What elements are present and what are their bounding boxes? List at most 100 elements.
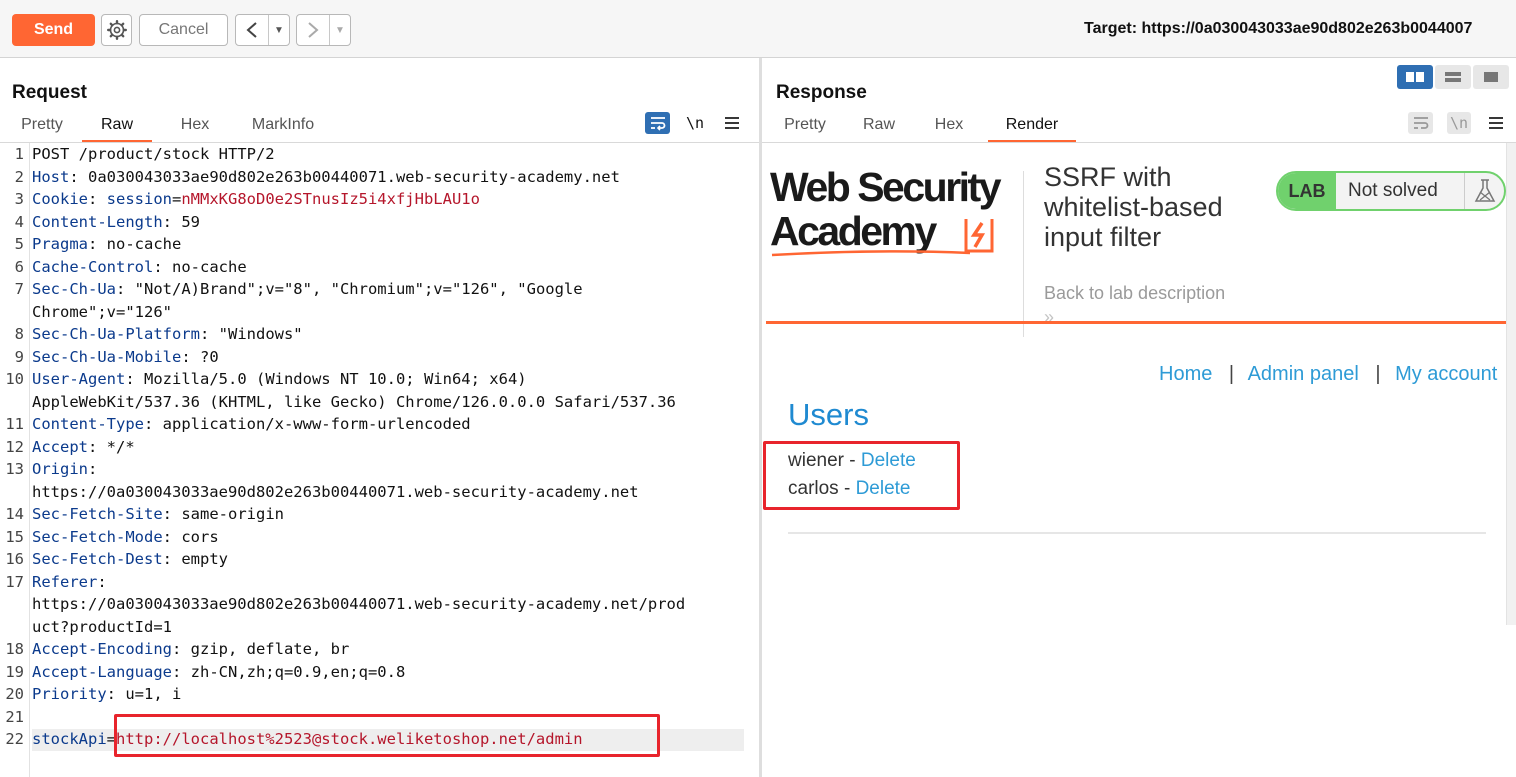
chevron-right-icon [308, 22, 319, 38]
request-line-wrap: Chrome";v="126" [32, 302, 172, 321]
back-button[interactable] [236, 15, 269, 45]
caret-down-icon: ▼ [274, 24, 284, 36]
tab-raw[interactable]: Raw [82, 114, 152, 142]
request-line: User-Agent: Mozilla/5.0 (Windows NT 10.0… [32, 370, 527, 388]
nav-my-account-link[interactable]: My account [1395, 363, 1497, 385]
line-number: 6 [14, 257, 24, 276]
nav-separator: | [1228, 363, 1235, 385]
tab-pretty[interactable]: Pretty [10, 114, 74, 142]
newline-toggle[interactable]: \n [684, 112, 706, 134]
request-line: Accept-Encoding: gzip, deflate, br [32, 640, 350, 658]
content-divider [788, 532, 1486, 534]
nav-home-link[interactable]: Home [1159, 363, 1212, 385]
request-line: Cache-Control: no-cache [32, 257, 247, 276]
payload-highlight-box [114, 714, 660, 757]
request-line: Sec-Ch-Ua-Platform: "Windows" [32, 325, 303, 343]
users-heading: Users [788, 397, 869, 432]
line-number: 2 [14, 167, 24, 186]
toolbar: Send Cancel ▼ ▼ Target: https://0a030043… [0, 0, 1516, 58]
request-line: POST /product/stock HTTP/2 [32, 145, 275, 163]
back-to-lab-description-link[interactable]: Back to lab description [1044, 283, 1225, 304]
lab-status-text: Not solved [1348, 180, 1438, 201]
request-editor[interactable]: 1 2 3 4 5 6 7 8 9 10 11 12 13 14 15 16 1… [0, 143, 759, 777]
request-line: Priority: u=1, i [32, 685, 182, 703]
line-number: 9 [14, 347, 24, 366]
request-line-wrap: https://0a030043033ae90d802e263b00440071… [32, 482, 639, 501]
request-line: Content-Length: 59 [32, 212, 200, 231]
line-number: 7 [14, 280, 24, 298]
response-title: Response [776, 82, 867, 103]
request-menu-button[interactable] [722, 112, 742, 134]
request-line: Sec-Fetch-Dest: empty [32, 550, 228, 568]
line-number: 3 [14, 190, 24, 208]
double-chevron-icon: » [1044, 307, 1055, 327]
layout-side-by-side-button[interactable] [1397, 65, 1433, 89]
single-pane-icon [1484, 72, 1498, 82]
response-menu-button[interactable] [1486, 112, 1506, 134]
logo-text-line2: Academy [770, 208, 937, 254]
render-scrollbar[interactable] [1506, 143, 1516, 625]
request-title: Request [12, 82, 87, 103]
newline-toggle[interactable]: \n [1447, 112, 1471, 134]
line-number: 17 [5, 572, 24, 591]
request-line: Sec-Fetch-Mode: cors [32, 527, 219, 546]
tab-raw[interactable]: Raw [856, 114, 902, 142]
top-navigation: Home | Admin panel | My account [1159, 363, 1497, 386]
line-number: 19 [5, 662, 24, 681]
target-label[interactable]: Target: https://0a030043033ae90d802e263b… [1084, 20, 1472, 38]
rows-layout-icon [1445, 72, 1461, 82]
layout-stacked-button[interactable] [1435, 65, 1471, 89]
nav-separator: | [1375, 363, 1381, 385]
back-nav-group: ▼ [235, 14, 290, 46]
lab-title: SSRF with whitelist-based input filter [1044, 162, 1223, 252]
request-line: Origin: [32, 460, 98, 478]
tab-hex[interactable]: Hex [168, 114, 222, 142]
forward-button[interactable] [297, 15, 330, 45]
tab-markinfo[interactable]: MarkInfo [238, 114, 328, 142]
line-number: 8 [14, 325, 24, 343]
wrap-lines-icon [650, 117, 665, 131]
request-line: Sec-Fetch-Site: same-origin [32, 505, 284, 523]
tab-render[interactable]: Render [988, 114, 1076, 142]
gear-icon [106, 20, 127, 40]
layout-tabs-button[interactable] [1473, 65, 1509, 89]
response-tabs: Pretty Raw Hex Render [776, 114, 1076, 142]
hamburger-menu-icon [1489, 117, 1503, 129]
line-number: 22 [5, 730, 24, 748]
line-number: 4 [14, 212, 24, 231]
line-number: 18 [5, 640, 24, 658]
web-security-academy-logo[interactable]: Web Security Academy [770, 167, 1020, 262]
wrap-lines-toggle[interactable] [645, 112, 670, 134]
forward-history-dropdown[interactable]: ▼ [330, 15, 350, 45]
line-number: 1 [14, 145, 24, 163]
back-history-dropdown[interactable]: ▼ [269, 15, 289, 45]
line-number: 20 [5, 685, 24, 703]
wrap-lines-toggle[interactable] [1408, 112, 1433, 134]
forward-nav-group: ▼ [296, 14, 351, 46]
request-tabs: Pretty Raw Hex MarkInfo [10, 114, 328, 142]
cancel-button[interactable]: Cancel [139, 14, 228, 46]
request-line: Referer: [32, 572, 107, 591]
chevron-left-icon [246, 22, 257, 38]
tab-pretty[interactable]: Pretty [776, 114, 834, 142]
wrap-lines-icon [1413, 117, 1428, 129]
request-line: Sec-Ch-Ua-Mobile: ?0 [32, 347, 219, 366]
request-line: Accept: */* [32, 437, 135, 456]
line-number: 21 [5, 707, 24, 726]
request-line: Host: 0a030043033ae90d802e263b00440071.w… [32, 167, 620, 186]
request-line-wrap: AppleWebKit/537.36 (KHTML, like Gecko) C… [32, 392, 676, 411]
settings-button[interactable] [101, 14, 132, 46]
flask-icon [1474, 179, 1496, 202]
line-number: 12 [5, 437, 24, 456]
rendered-response: Web Security Academy SSRF with whitelist… [762, 143, 1516, 777]
line-number: 16 [5, 550, 24, 568]
request-line: Accept-Language: zh-CN,zh;q=0.9,en;q=0.8 [32, 662, 406, 681]
header-orange-rule [766, 321, 1506, 324]
nav-admin-panel-link[interactable]: Admin panel [1248, 363, 1359, 385]
columns-layout-icon [1406, 72, 1424, 82]
line-number: 15 [5, 527, 24, 546]
send-button[interactable]: Send [12, 14, 95, 46]
tab-hex[interactable]: Hex [928, 114, 970, 142]
request-line: Cookie: session=nMMxKG8oD0e2STnusIz5i4xf… [32, 190, 480, 208]
line-number: 5 [14, 235, 24, 253]
